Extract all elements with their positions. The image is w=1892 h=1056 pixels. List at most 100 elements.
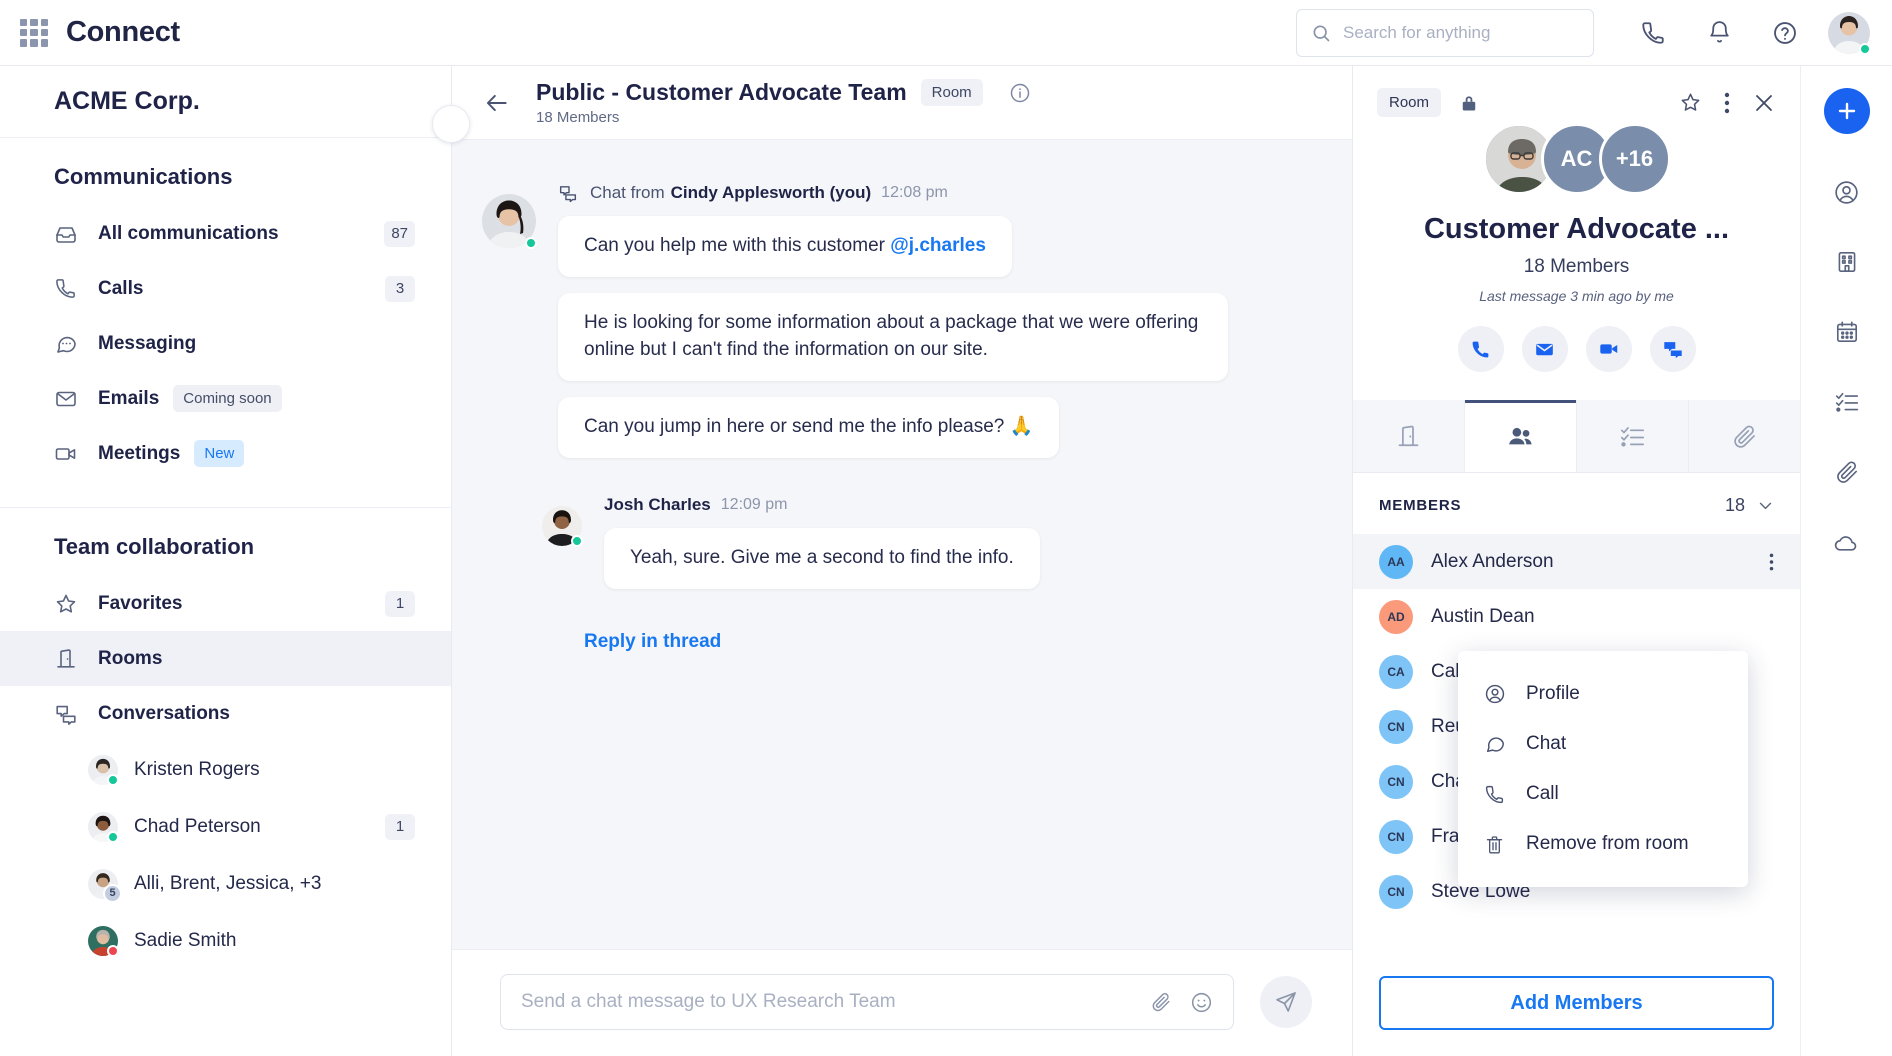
message-bubble: Can you jump in here or send me the info… xyxy=(558,396,1060,458)
list-item[interactable]: Kristen Rogers xyxy=(0,741,451,798)
tab-members[interactable] xyxy=(1465,400,1577,472)
context-menu-item-remove[interactable]: Remove from room xyxy=(1458,819,1748,869)
sidebar-item-emails[interactable]: Emails Coming soon xyxy=(0,371,451,426)
table-row[interactable]: AD Austin Dean xyxy=(1353,589,1800,644)
sidebar-collapse-button[interactable] xyxy=(432,105,470,143)
status-dot xyxy=(1859,42,1871,55)
video-action-icon[interactable] xyxy=(1585,326,1632,372)
app-grid-icon[interactable] xyxy=(20,18,48,47)
message-body: Chat from Cindy Applesworth (you) 12:08 … xyxy=(558,180,1312,474)
sidebar-item-conversations[interactable]: Conversations xyxy=(0,686,451,741)
body-row: ACME Corp. Communications All communicat… xyxy=(0,66,1892,1056)
tab-room[interactable] xyxy=(1353,400,1465,472)
page-title: Public - Customer Advocate Team xyxy=(536,79,907,105)
sidebar-item-all-communications[interactable]: All communications 87 xyxy=(0,206,451,261)
paperclip-icon[interactable] xyxy=(1150,991,1172,1013)
message-input[interactable]: Send a chat message to UX Research Team xyxy=(500,974,1234,1030)
avatar-overflow[interactable]: +16 xyxy=(1598,123,1671,195)
sidebar-item-badge: 3 xyxy=(385,275,415,302)
phone-icon[interactable] xyxy=(1630,10,1676,56)
members-label: MEMBERS xyxy=(1379,497,1462,514)
chevron-down-icon xyxy=(1757,497,1774,514)
arrow-left-icon[interactable] xyxy=(480,86,514,120)
paperclip-icon[interactable] xyxy=(1827,452,1867,492)
emoji-icon[interactable] xyxy=(1190,991,1213,1014)
tab-files[interactable] xyxy=(1689,400,1800,472)
message-input-placeholder: Send a chat message to UX Research Team xyxy=(521,991,896,1012)
mention-link[interactable]: @j.charles xyxy=(890,235,986,256)
members-section-header: MEMBERS 18 xyxy=(1353,473,1800,534)
chat-action-icon[interactable] xyxy=(1649,326,1696,372)
create-new-button[interactable] xyxy=(1823,88,1870,134)
list-item[interactable]: Chad Peterson 1 xyxy=(0,798,451,855)
call-action-icon[interactable] xyxy=(1457,326,1504,372)
sidebar-item-label: Conversations xyxy=(98,702,230,724)
avatar-initials-label: CN xyxy=(1387,829,1405,844)
sidebar-item-label: Meetings xyxy=(98,442,181,464)
status-dot xyxy=(571,534,583,547)
context-menu-label: Call xyxy=(1526,783,1559,804)
reply-in-thread-link[interactable]: Reply in thread xyxy=(584,631,1352,653)
room-title: Customer Advocate ... xyxy=(1423,213,1730,245)
left-sidebar: ACME Corp. Communications All communicat… xyxy=(0,66,470,1056)
kebab-menu-icon[interactable] xyxy=(1724,92,1730,114)
list-item-label: Alli, Brent, Jessica, +3 xyxy=(134,872,322,894)
sidebar-item-messaging[interactable]: Messaging xyxy=(0,316,451,371)
kebab-menu-icon[interactable] xyxy=(1769,552,1774,572)
message-body: Josh Charles 12:09 pm Yeah, sure. Give m… xyxy=(604,492,1312,605)
phone-icon xyxy=(54,277,82,300)
close-icon[interactable] xyxy=(1752,91,1776,115)
message-text: Can you jump in here or send me the info… xyxy=(584,415,1034,437)
avatar-initials-label: AA xyxy=(1387,554,1405,569)
room-last-message: Last message 3 min ago by me xyxy=(1479,288,1674,304)
email-action-icon[interactable] xyxy=(1521,326,1568,372)
contacts-icon[interactable] xyxy=(1827,172,1867,212)
add-members-button[interactable]: Add Members xyxy=(1379,976,1774,1030)
status-dot xyxy=(107,944,119,957)
chat-subtitle: 18 Members xyxy=(536,109,620,126)
list-item[interactable]: Sadie Smith xyxy=(0,912,451,969)
sidebar-item-calls[interactable]: Calls 3 xyxy=(0,261,451,316)
star-icon[interactable] xyxy=(1679,91,1702,114)
chat-title-row: Public - Customer Advocate Team Room xyxy=(536,79,1031,106)
message-bubble: Can you help me with this customer @j.ch… xyxy=(558,216,1012,277)
avatar[interactable] xyxy=(1828,11,1871,55)
room-detail-tabs xyxy=(1353,400,1800,473)
org-name: ACME Corp. xyxy=(54,87,200,115)
add-members-wrap: Add Members xyxy=(1353,958,1800,1056)
status-dot xyxy=(525,237,537,249)
video-icon xyxy=(54,442,82,466)
room-details-panel: Room AC +16 Customer Advocate ... 18 Mem… xyxy=(1352,66,1800,1056)
search-input[interactable]: Search for anything xyxy=(1296,8,1594,57)
message-group: Josh Charles 12:09 pm Yeah, sure. Give m… xyxy=(452,492,1352,605)
bell-icon[interactable] xyxy=(1696,10,1742,56)
context-menu-item-profile[interactable]: Profile xyxy=(1458,669,1748,719)
table-row[interactable]: AA Alex Anderson xyxy=(1353,534,1800,589)
conversations-icon xyxy=(54,702,82,726)
checklist-icon[interactable] xyxy=(1827,382,1867,422)
avatar-initials: CN xyxy=(1379,709,1413,744)
message-list: Chat from Cindy Applesworth (you) 12:08 … xyxy=(452,140,1352,949)
avatar-initials-label: CA xyxy=(1387,664,1405,679)
send-icon xyxy=(1274,990,1298,1014)
context-menu-item-call[interactable]: Call xyxy=(1458,769,1748,819)
message-text: He is looking for some information about… xyxy=(584,311,1199,360)
tab-tasks[interactable] xyxy=(1577,400,1689,472)
calendar-icon[interactable] xyxy=(1827,312,1867,352)
help-icon[interactable] xyxy=(1762,10,1808,56)
cloud-icon[interactable] xyxy=(1827,522,1867,562)
list-item[interactable]: 5 Alli, Brent, Jessica, +3 xyxy=(0,855,451,912)
company-icon[interactable] xyxy=(1827,242,1867,282)
avatar-initials: AD xyxy=(1379,599,1413,634)
members-count-toggle[interactable]: 18 xyxy=(1725,495,1774,516)
org-header: ACME Corp. xyxy=(0,66,451,138)
info-icon[interactable] xyxy=(1009,82,1031,104)
sidebar-section-communications: Communications All communications 87 Cal… xyxy=(0,138,451,495)
room-tag: Room xyxy=(920,79,983,106)
sidebar-item-meetings[interactable]: Meetings New xyxy=(0,426,451,481)
context-menu-item-chat[interactable]: Chat xyxy=(1458,719,1748,769)
sidebar-item-favorites[interactable]: Favorites 1 xyxy=(0,576,451,631)
send-button[interactable] xyxy=(1260,976,1312,1028)
sidebar-item-rooms[interactable]: Rooms xyxy=(0,631,451,686)
avatar-stack: AC +16 xyxy=(1353,123,1800,195)
